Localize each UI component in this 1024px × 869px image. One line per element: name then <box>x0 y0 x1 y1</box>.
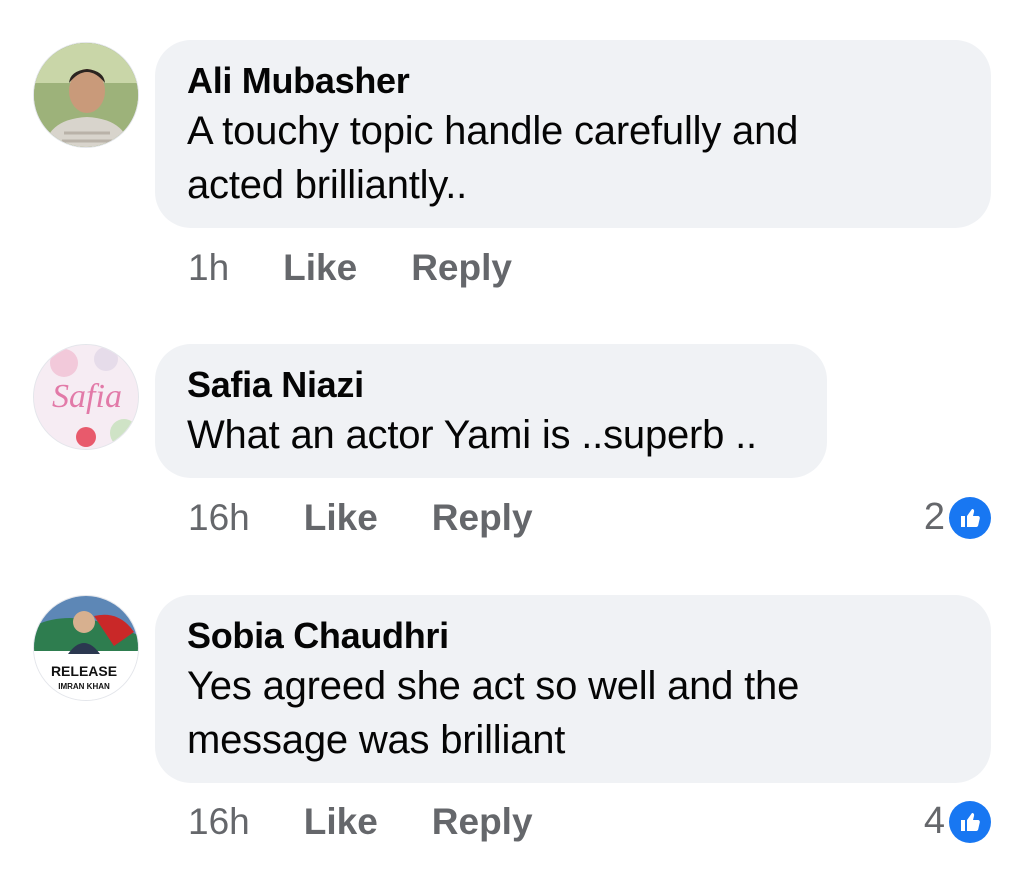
reaction-count: 4 <box>923 800 945 842</box>
comment-actions: 16h Like Reply <box>188 800 587 844</box>
comment-bubble: Sobia Chaudhri Yes agreed she act so wel… <box>155 595 991 783</box>
reply-button[interactable]: Reply <box>432 800 533 844</box>
comment-author[interactable]: Sobia Chaudhri <box>187 613 959 659</box>
campaign-avatar-icon: RELEASE IMRAN KHAN <box>34 596 138 700</box>
avatar-text: RELEASE <box>51 663 117 679</box>
reaction-summary[interactable]: 4 <box>924 800 991 843</box>
comment-text-line: message was brilliant <box>187 718 566 762</box>
avatar[interactable]: RELEASE IMRAN KHAN <box>33 595 139 701</box>
comment-timestamp[interactable]: 16h <box>188 800 250 844</box>
comment-text-line: Yes agreed she act so well and the <box>187 664 800 708</box>
like-button[interactable]: Like <box>304 800 378 844</box>
thumbs-up-icon <box>949 800 991 843</box>
avatar-subtext: IMRAN KHAN <box>58 682 110 691</box>
comment-item: RELEASE IMRAN KHAN Sobia Chaudhri Yes ag… <box>0 0 1024 869</box>
